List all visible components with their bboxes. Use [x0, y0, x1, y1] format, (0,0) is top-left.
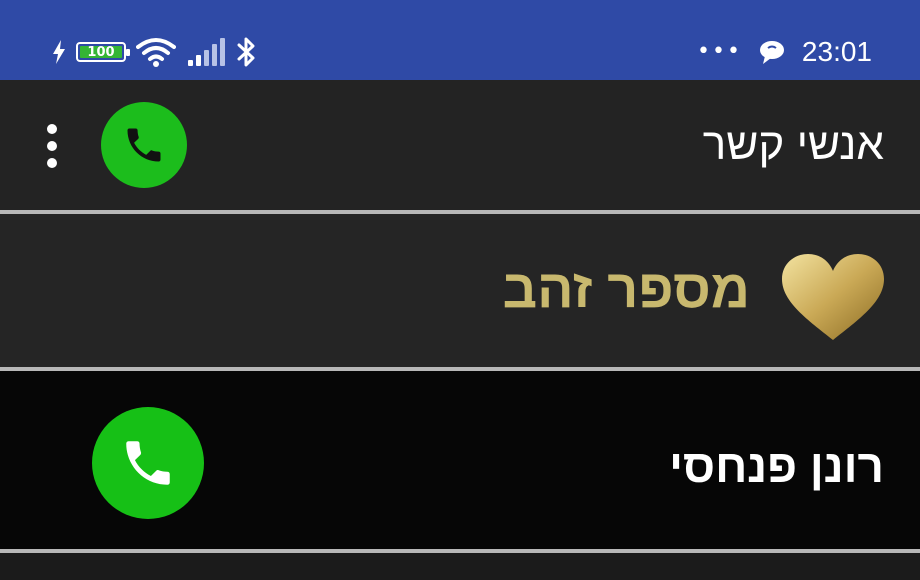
phone-icon — [126, 441, 170, 485]
charging-icon — [53, 40, 65, 64]
battery-icon: 100 — [76, 42, 130, 62]
gold-number-title: מספר זהב — [502, 259, 750, 319]
status-icons-left: 100 — [52, 36, 258, 68]
more-notifications-icon: ••• — [696, 39, 742, 64]
bluetooth-icon — [237, 37, 255, 67]
header-call-button[interactable] — [101, 102, 187, 188]
status-clock: 23:01 — [801, 36, 872, 67]
status-bar: 100 ••• 23:01 — [0, 0, 920, 80]
wifi-icon — [136, 38, 176, 67]
signal-icon — [188, 38, 225, 66]
more-options-icon[interactable] — [42, 124, 62, 168]
contact-row[interactable]: רונן פנחסי — [0, 371, 920, 549]
gold-number-row[interactable]: מספר זהב — [0, 214, 920, 367]
chat-bubble-icon — [759, 41, 784, 64]
battery-level: 100 — [87, 44, 115, 60]
page-title: אנשי קשר — [702, 120, 884, 169]
status-icons-right: ••• 23:01 — [697, 36, 872, 68]
phone-icon — [127, 128, 161, 162]
app-header: אנשי קשר — [0, 80, 920, 210]
gold-heart-icon — [782, 254, 884, 340]
contact-call-button[interactable] — [92, 407, 204, 519]
contact-name: רונן פנחסי — [669, 440, 884, 492]
list-item[interactable] — [0, 553, 920, 580]
